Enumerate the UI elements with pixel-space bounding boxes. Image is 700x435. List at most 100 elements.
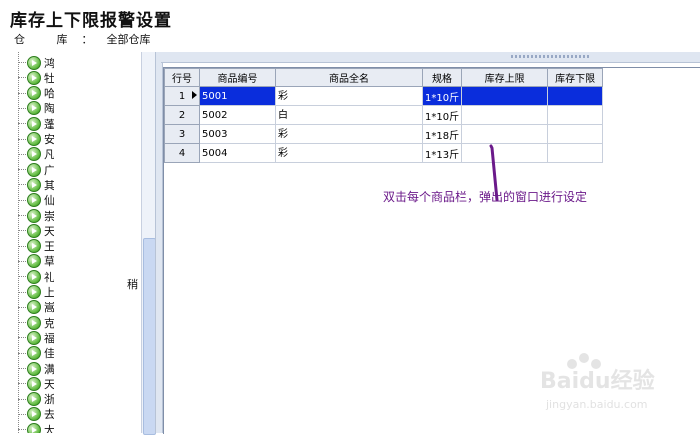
tree-connector [18, 169, 26, 171]
tree-item[interactable]: 王 [18, 239, 54, 254]
tree-item-label: 崇 [44, 209, 54, 223]
tree-item[interactable]: 天 [18, 223, 54, 238]
tree-item-label: 蓬 [44, 117, 54, 131]
tree-item[interactable]: 蓬 [18, 116, 54, 131]
tree-connector [18, 383, 26, 385]
cell-name[interactable]: 彩 [275, 143, 423, 163]
col-header-lower-limit[interactable]: 库存下限 [547, 68, 604, 87]
tree-item-label: 王 [44, 240, 54, 254]
table-row[interactable]: 2 5002 白 1*10斤 [164, 105, 604, 125]
cell-lower-limit[interactable] [547, 105, 604, 125]
warehouse-value[interactable]: 全部仓库 [107, 33, 151, 46]
cell-upper-limit[interactable] [461, 105, 549, 125]
tree-connector [18, 337, 26, 339]
current-row-arrow-icon [192, 91, 197, 99]
warehouse-label: 仓 库： [14, 33, 107, 46]
tree-item[interactable]: 嵩 [18, 300, 54, 315]
panel-splitter[interactable] [155, 52, 163, 433]
tree-item-label: 哈 [44, 87, 54, 101]
cell-lower-limit[interactable] [547, 86, 604, 106]
cell-spec[interactable]: 1*18斤 [421, 124, 463, 144]
tree-connector [18, 306, 26, 308]
cell-name[interactable]: 彩 [275, 86, 423, 106]
tree-item[interactable]: 浙 [18, 392, 54, 407]
side-label: 稍 [127, 278, 138, 291]
tree-connector [18, 398, 26, 400]
cell-code[interactable]: 5004 [199, 143, 276, 163]
tree-item-label: 佳 [44, 347, 54, 361]
cell-lower-limit[interactable] [547, 143, 604, 163]
cell-upper-limit[interactable] [461, 124, 549, 144]
play-node-icon [27, 315, 41, 330]
row-number[interactable]: 2 [164, 105, 200, 125]
tree-item[interactable]: 上 [18, 285, 54, 300]
tree-item[interactable]: 去 [18, 407, 54, 422]
tree-item[interactable]: 牡 [18, 70, 54, 85]
tree-item[interactable]: 大 [18, 422, 54, 433]
tree-item[interactable]: 满 [18, 361, 54, 376]
tree-connector [18, 260, 26, 262]
cell-code[interactable]: 5003 [199, 124, 276, 144]
tree-item-label: 草 [44, 255, 54, 269]
tree-item[interactable]: 天 [18, 376, 54, 391]
cell-name[interactable]: 白 [275, 105, 423, 125]
table-row[interactable]: 3 5003 彩 1*18斤 [164, 124, 604, 144]
tree-item[interactable]: 仙 [18, 193, 54, 208]
row-number[interactable]: 4 [164, 143, 200, 163]
tree-connector [18, 153, 26, 155]
tree-connector [18, 123, 26, 125]
tree-item[interactable]: 安 [18, 132, 54, 147]
cell-spec[interactable]: 1*10斤 [421, 105, 463, 125]
cell-lower-limit[interactable] [547, 124, 604, 144]
col-header-spec[interactable]: 规格 [421, 68, 463, 87]
tree-connector [18, 138, 26, 140]
tree-item[interactable]: 克 [18, 315, 54, 330]
play-node-icon [27, 132, 41, 146]
col-header-code[interactable]: 商品编号 [199, 68, 276, 87]
col-header-name[interactable]: 商品全名 [275, 68, 423, 87]
category-tree[interactable]: 鸿牡哈陶蓬安凡广其仙崇天王草礼上嵩克福佳满天浙去大进 [0, 52, 155, 433]
play-node-icon [27, 147, 41, 162]
warehouse-filter[interactable]: 仓 库：全部仓库 [14, 31, 151, 47]
tree-item[interactable]: 草 [18, 254, 54, 269]
row-number[interactable]: 1 [164, 86, 200, 106]
tree-item[interactable]: 凡 [18, 147, 54, 162]
tree-scrollbar[interactable] [141, 52, 156, 435]
col-header-upper-limit[interactable]: 库存上限 [461, 68, 549, 87]
col-header-row-no[interactable]: 行号 [164, 68, 200, 87]
tree-item-label: 满 [44, 362, 54, 376]
cell-name[interactable]: 彩 [275, 124, 423, 144]
tree-connector [18, 184, 26, 186]
cell-upper-limit[interactable] [461, 143, 549, 163]
tree-item[interactable]: 哈 [18, 86, 54, 101]
cell-code[interactable]: 5002 [199, 105, 276, 125]
play-node-icon [27, 269, 41, 284]
tree-item[interactable]: 佳 [18, 346, 54, 361]
grid-toolbar-strip [161, 52, 700, 63]
tree-item-label: 天 [44, 377, 54, 391]
cell-spec[interactable]: 1*13斤 [421, 143, 463, 163]
tree-item-label: 牡 [44, 71, 54, 85]
tree-item[interactable]: 崇 [18, 208, 54, 223]
tree-item[interactable]: 礼 [18, 269, 54, 284]
grip-handle[interactable] [511, 55, 591, 58]
tree-item[interactable]: 鸿 [18, 55, 54, 70]
tree-item-label: 福 [44, 331, 54, 345]
tree-connector [18, 429, 26, 431]
tree-item[interactable]: 广 [18, 162, 54, 177]
row-number[interactable]: 3 [164, 124, 200, 144]
cell-spec[interactable]: 1*10斤 [421, 86, 463, 106]
tree-connector [18, 92, 26, 94]
tree-item[interactable]: 其 [18, 177, 54, 192]
page-title: 库存上下限报警设置 [10, 11, 172, 31]
table-row[interactable]: 4 5004 彩 1*13斤 [164, 143, 604, 163]
tree-connector [18, 276, 26, 278]
tree-item[interactable]: 陶 [18, 101, 54, 116]
tree-item[interactable]: 福 [18, 330, 54, 345]
watermark-url: jingyan.baidu.com [546, 398, 648, 411]
cell-upper-limit[interactable] [461, 86, 549, 106]
cell-code[interactable]: 5001 [199, 86, 276, 106]
play-node-icon [27, 101, 41, 116]
play-node-icon [27, 70, 41, 85]
table-row[interactable]: 1 5001 彩 1*10斤 [164, 86, 604, 106]
